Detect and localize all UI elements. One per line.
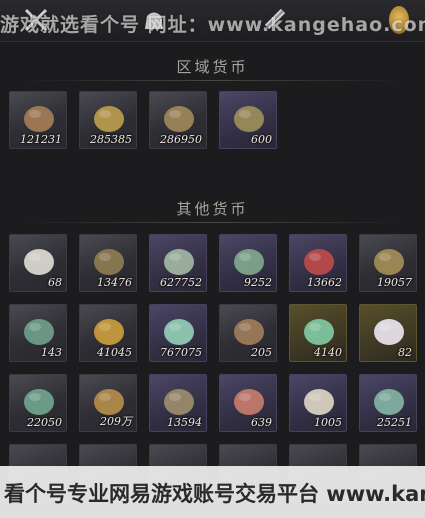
golden-shell-icon (89, 310, 129, 350)
currency-slot[interactable]: 639 (219, 374, 277, 432)
cinnabar-coin-icon (229, 380, 269, 420)
red-feather-icon (299, 240, 339, 280)
bronze-coin-stack-icon (159, 97, 199, 137)
currency-count: 600 (251, 133, 272, 146)
currency-slot[interactable]: 13662 (289, 234, 347, 292)
key-coin-icon (159, 380, 199, 420)
currency-slot[interactable]: 19057 (359, 234, 417, 292)
currency-count: 286950 (160, 133, 202, 146)
section-title-other: 其他货币 (176, 200, 249, 218)
currency-slot[interactable]: 9252 (219, 234, 277, 292)
jade-banknote-icon (229, 240, 269, 280)
currency-count: 285385 (90, 133, 132, 146)
crescent-moon-icon (19, 240, 59, 280)
divider (20, 80, 405, 81)
currency-slot[interactable]: 121231 (9, 91, 67, 149)
currency-count: 41045 (97, 346, 132, 359)
currency-slot[interactable]: 1005 (289, 374, 347, 432)
copper-coin-stack-icon (19, 97, 59, 137)
bronze-plaque-icon (229, 310, 269, 350)
currency-count: 627752 (160, 276, 202, 289)
currency-count: 205 (251, 346, 272, 359)
bamboo-token-icon (159, 240, 199, 280)
currency-count: 767075 (160, 346, 202, 359)
jade-fish-icon (369, 380, 409, 420)
divider (20, 222, 405, 223)
currency-count: 25251 (377, 416, 412, 429)
jade-ring-icon (299, 310, 339, 350)
jade-pendant-icon (229, 97, 269, 137)
currency-slot[interactable]: 600 (219, 91, 277, 149)
currency-slot[interactable]: 209万 (79, 374, 137, 432)
currency-slot[interactable]: 143 (9, 304, 67, 362)
currency-count: 68 (48, 276, 62, 289)
currency-slot[interactable]: 22050 (9, 374, 67, 432)
currency-count: 22050 (27, 416, 62, 429)
currency-count: 19057 (377, 276, 412, 289)
currency-slot[interactable]: 767075 (149, 304, 207, 362)
currency-slot[interactable]: 68 (9, 234, 67, 292)
currency-count: 13476 (97, 276, 132, 289)
currency-slot[interactable]: 4140 (289, 304, 347, 362)
half-coin-icon (369, 240, 409, 280)
currency-count: 209万 (100, 415, 132, 428)
watermark-text: 游戏就选看个号 网址：www.kangehao.com (0, 14, 425, 36)
currency-count: 9252 (244, 276, 272, 289)
pearl-icon (369, 310, 409, 350)
currency-count: 13594 (167, 416, 202, 429)
currency-count: 13662 (307, 276, 342, 289)
currency-slot[interactable]: 286950 (149, 91, 207, 149)
currency-slot[interactable]: 13594 (149, 374, 207, 432)
currency-slot[interactable]: 205 (219, 304, 277, 362)
currency-slot[interactable]: 82 (359, 304, 417, 362)
bone-slips-icon (299, 380, 339, 420)
currency-slot[interactable]: 25251 (359, 374, 417, 432)
currency-slot[interactable]: 13476 (79, 234, 137, 292)
currency-count: 143 (41, 346, 62, 359)
section-title-regional: 区域货币 (176, 58, 249, 76)
currency-slot[interactable]: 41045 (79, 304, 137, 362)
watermark-text-bottom: 看个号专业网易游戏账号交易平台 www.kangehao.com (4, 482, 425, 506)
gold-coin-stack-icon (89, 97, 129, 137)
currency-count: 121231 (20, 133, 62, 146)
green-jade-disc-icon (19, 310, 59, 350)
jade-stone-icon (159, 310, 199, 350)
currency-count: 82 (398, 346, 412, 359)
currency-slot[interactable]: 627752 (149, 234, 207, 292)
currency-count: 4140 (314, 346, 342, 359)
jade-dragon-icon (19, 380, 59, 420)
square-hole-coin-icon (89, 240, 129, 280)
currency-count: 1005 (314, 416, 342, 429)
currency-count: 639 (251, 416, 272, 429)
currency-slot[interactable]: 285385 (79, 91, 137, 149)
